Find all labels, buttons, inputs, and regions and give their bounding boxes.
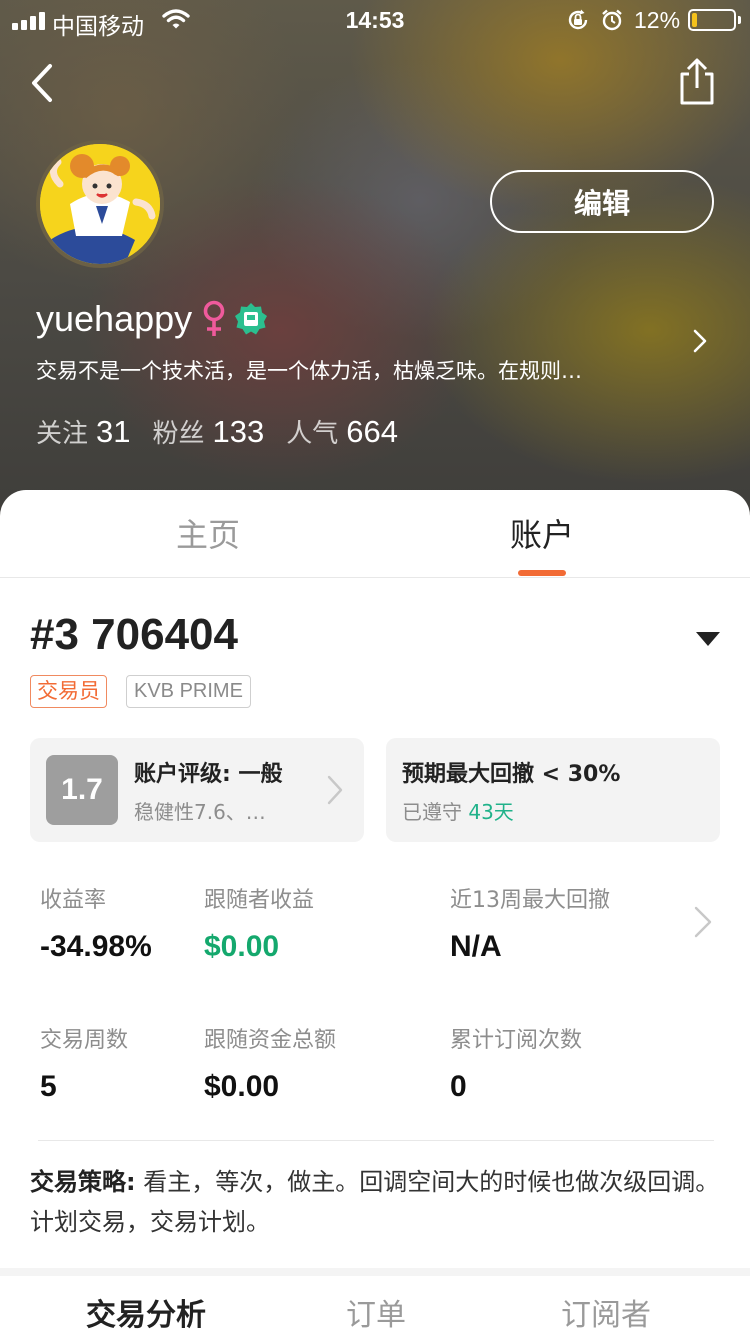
tab-orders[interactable]: 订单	[266, 1290, 486, 1334]
chevron-right-icon[interactable]	[692, 904, 714, 940]
follower-profit-label: 跟随者收益	[204, 888, 315, 913]
username: yuehappy	[36, 298, 193, 339]
battery-nub	[738, 16, 741, 24]
profile-bio[interactable]: 交易不是一个技术活，是一个体力活，枯燥乏味。在规则…	[36, 355, 666, 385]
profile-header: 中国移动 14:53 12% 编辑 yuehappy 交易不是一个技术活，是一个…	[0, 0, 750, 540]
max-drawdown-13w-value: N/A	[450, 930, 502, 963]
rating-subtitle: 稳健性7.6、…	[134, 800, 266, 824]
follow-funds-value: $0.00	[204, 1070, 280, 1103]
chevron-right-icon[interactable]	[688, 326, 712, 356]
following-label[interactable]: 关注	[36, 413, 88, 450]
tab-trade-analysis[interactable]: 交易分析	[36, 1290, 256, 1334]
broker-tag: KVB PRIME	[126, 675, 251, 708]
account-rating-card[interactable]: 1.7 账户评级: 一般 稳健性7.6、…	[30, 738, 364, 842]
return-rate-value: -34.98%	[40, 930, 152, 963]
account-number: #3 706404	[30, 610, 238, 659]
avatar-image	[40, 144, 160, 264]
followers-label[interactable]: 粉丝	[153, 413, 205, 450]
battery-level	[692, 13, 697, 27]
trading-strategy: 交易策略: 看主，等次，做主。回调空间大的时候也做次级回调。计划交易，交易计划。	[30, 1162, 722, 1242]
tab-account[interactable]: 账户	[452, 510, 632, 556]
profile-stats: 关注 31 粉丝 133 人气 664	[36, 413, 420, 450]
drawdown-days: 43天	[468, 800, 514, 824]
rating-score: 1.7	[46, 755, 118, 825]
trading-weeks-label: 交易周数	[40, 1028, 129, 1053]
trading-weeks-value: 5	[40, 1070, 57, 1103]
profile-tabs: 主页 账户	[0, 490, 750, 578]
follower-profit-value: $0.00	[204, 930, 280, 963]
female-icon	[203, 300, 225, 336]
following-count[interactable]: 31	[96, 414, 130, 450]
chevron-right-icon	[327, 775, 343, 805]
battery-percent: 12%	[634, 7, 681, 33]
share-icon[interactable]	[672, 56, 722, 108]
tab-home[interactable]: 主页	[118, 510, 298, 556]
rating-title: 账户评级: 一般	[134, 762, 283, 787]
follow-funds-label: 跟随资金总额	[204, 1028, 337, 1053]
chevron-left-icon[interactable]	[22, 58, 62, 108]
battery-icon	[688, 9, 736, 31]
strategy-label: 交易策略:	[30, 1168, 136, 1196]
return-rate-label: 收益率	[40, 888, 107, 913]
popularity-count: 664	[346, 414, 398, 449]
subscription-count-value: 0	[450, 1070, 467, 1103]
max-drawdown-13w-label: 近13周最大回撤	[450, 888, 610, 913]
trader-tag: 交易员	[30, 675, 107, 708]
rotation-lock-icon	[568, 9, 588, 30]
active-tab-indicator	[518, 570, 566, 576]
followers-count[interactable]: 133	[213, 414, 265, 450]
drawdown-status: 已遵守 43天	[402, 796, 514, 825]
status-bar: 中国移动 14:53 12%	[0, 0, 750, 40]
account-subtabs: 交易分析 订单 订阅者	[0, 1268, 750, 1334]
max-drawdown-card[interactable]: 预期最大回撤 < 30% 已遵守 43天	[386, 738, 720, 842]
drawdown-title: 预期最大回撤 < 30%	[402, 762, 621, 787]
tab-subscribers[interactable]: 订阅者	[496, 1290, 716, 1334]
popularity-label: 人气	[286, 418, 339, 448]
subscription-count-label: 累计订阅次数	[450, 1028, 583, 1053]
avatar[interactable]	[36, 140, 164, 268]
caret-down-icon[interactable]	[694, 630, 722, 648]
edit-profile-button[interactable]: 编辑	[490, 170, 714, 233]
divider	[38, 1140, 714, 1141]
verified-badge-icon	[235, 303, 268, 335]
username-row: yuehappy	[36, 298, 268, 340]
account-card: 主页 账户 #3 706404 交易员 KVB PRIME 1.7 账户评级: …	[0, 490, 750, 1334]
drawdown-status-prefix: 已遵守	[402, 800, 462, 824]
alarm-icon	[602, 9, 622, 31]
